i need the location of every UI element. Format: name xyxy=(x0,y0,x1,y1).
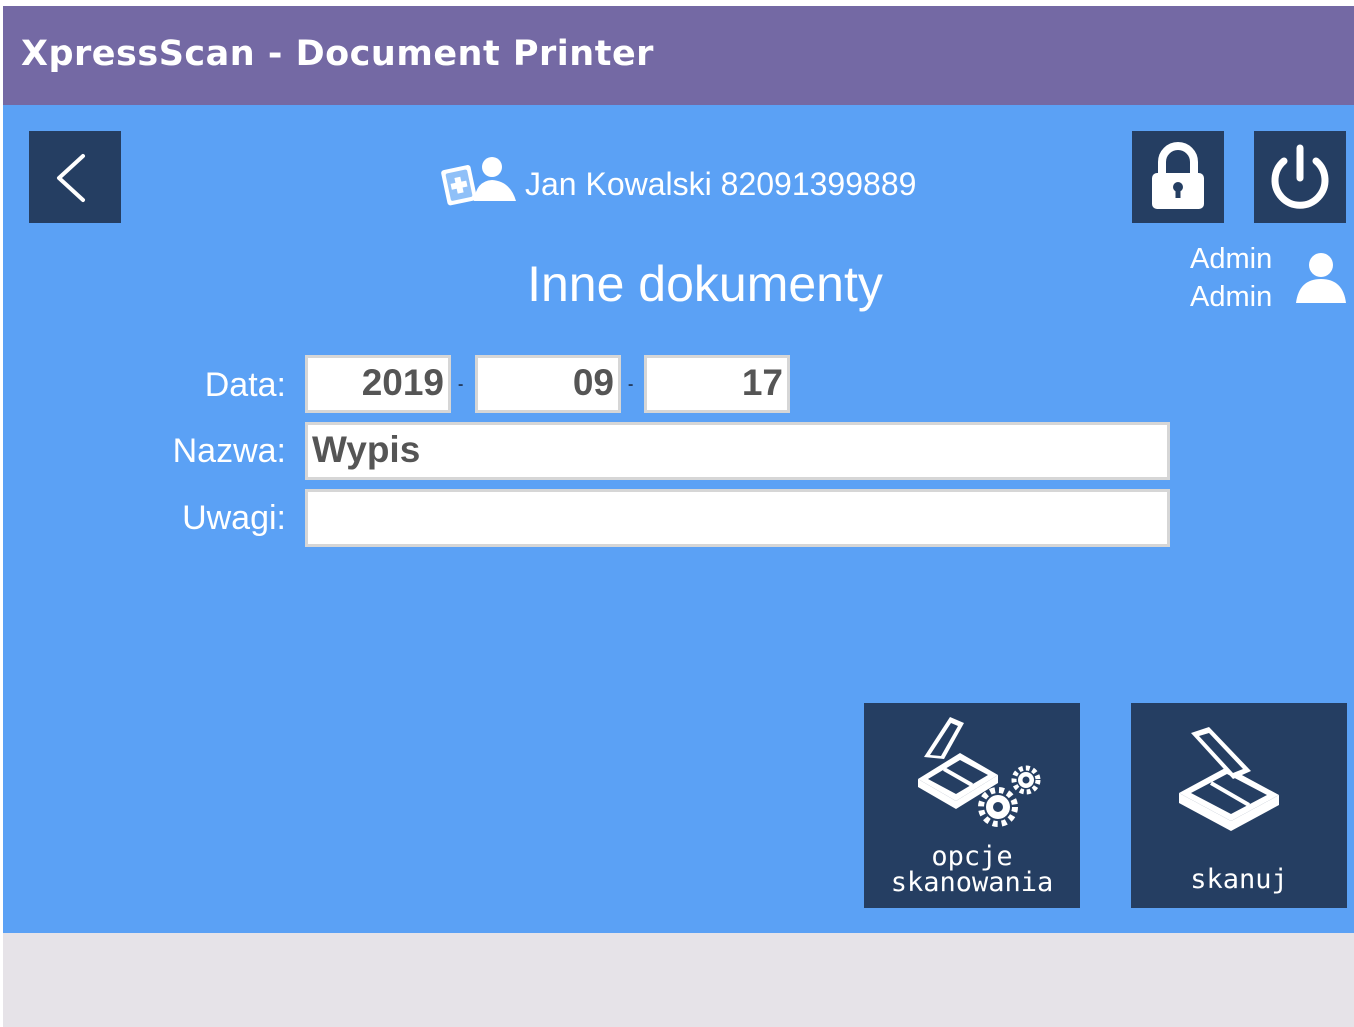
scan-options-label-line2: skanowania xyxy=(890,867,1054,898)
date-month-input[interactable]: 09 xyxy=(475,355,621,413)
back-button[interactable] xyxy=(29,131,121,223)
lock-icon xyxy=(1152,142,1204,209)
notes-input[interactable] xyxy=(305,489,1170,547)
power-icon xyxy=(1271,144,1329,209)
chevron-left-icon xyxy=(57,154,85,202)
app-window: XpressScan - Document Printer Jan Kowals… xyxy=(3,6,1354,1027)
date-year-input[interactable]: 2019 xyxy=(305,355,451,413)
scan-label: skanuj xyxy=(1190,864,1288,895)
name-label: Nazwa: xyxy=(172,432,286,470)
patient-card-icon xyxy=(441,157,516,206)
scanner-icon xyxy=(1179,727,1279,831)
lock-button[interactable] xyxy=(1132,131,1224,223)
date-label: Data: xyxy=(204,366,286,404)
page-title: Inne dokumenty xyxy=(527,256,883,312)
scan-options-button[interactable]: opcje skanowania xyxy=(864,703,1080,908)
title-bar: XpressScan - Document Printer xyxy=(3,6,1354,105)
patient-name: Jan Kowalski 82091399889 xyxy=(525,166,917,202)
main-panel: Jan Kowalski 82091399889 Admin Admin Inn… xyxy=(3,105,1354,933)
power-button[interactable] xyxy=(1254,131,1346,223)
date-separator: - xyxy=(628,376,634,393)
scan-button[interactable]: skanuj xyxy=(1131,703,1347,908)
notes-label: Uwagi: xyxy=(182,499,286,537)
scanner-gear-icon xyxy=(918,717,1041,827)
date-day-input[interactable]: 17 xyxy=(644,355,790,413)
window-title: XpressScan - Document Printer xyxy=(21,34,654,74)
footer-bar xyxy=(3,933,1354,1027)
name-input[interactable]: Wypis xyxy=(305,422,1170,480)
date-separator: - xyxy=(458,376,464,393)
scan-options-label-line1: opcje xyxy=(931,841,1013,872)
